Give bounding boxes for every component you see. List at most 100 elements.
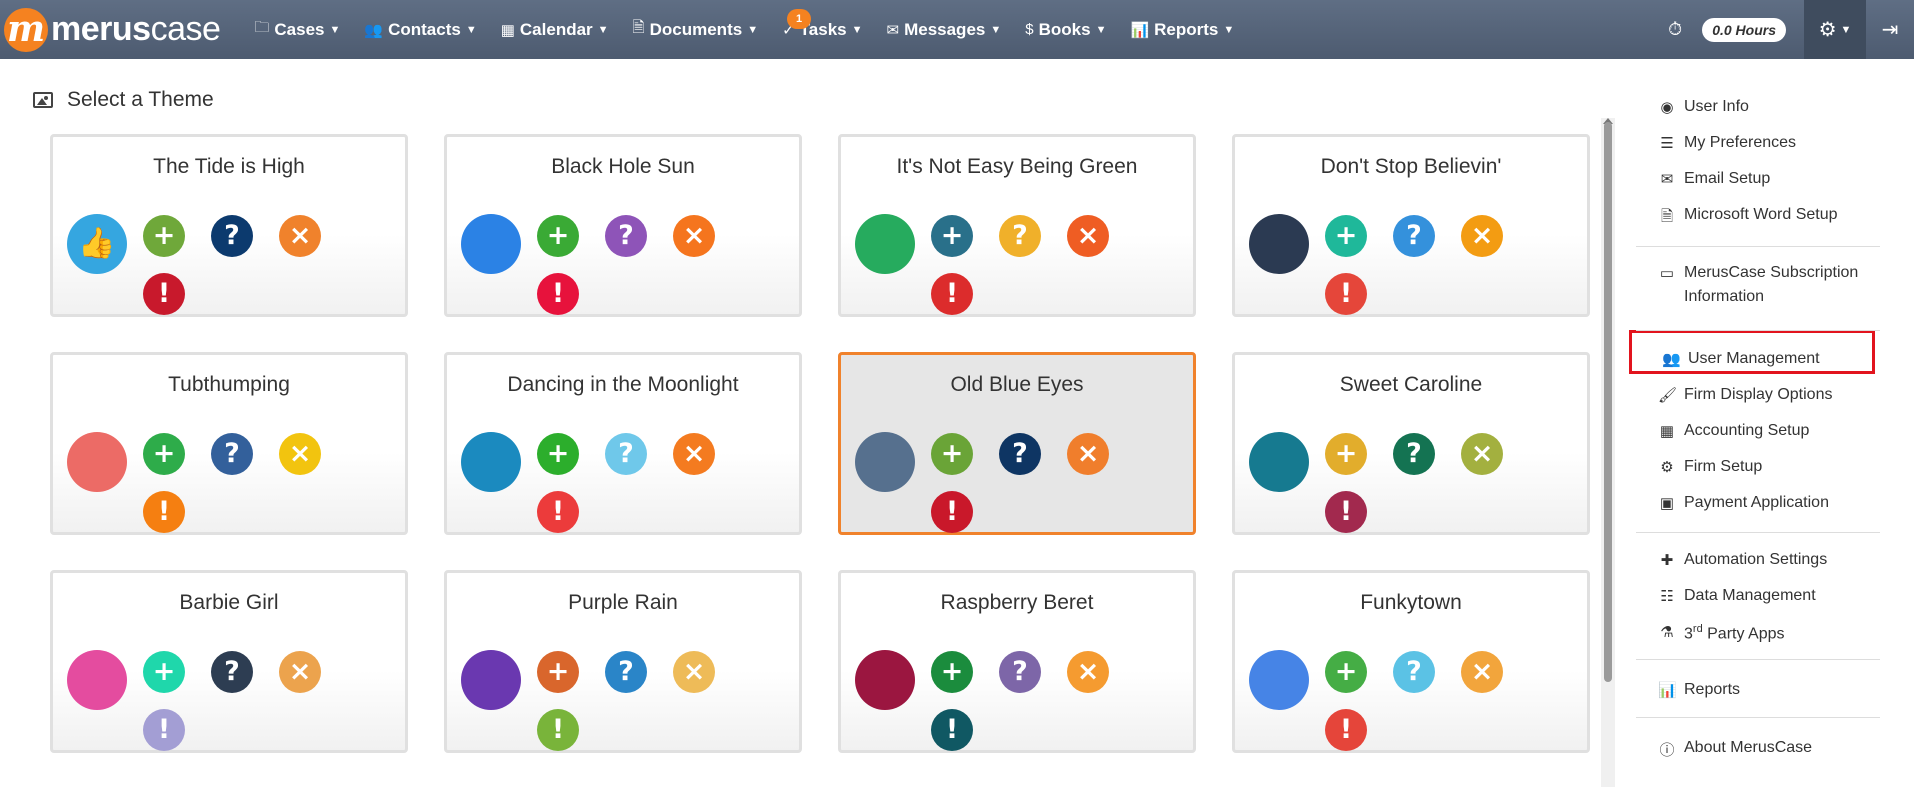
logo-text-merus: merus — [51, 10, 151, 48]
sidebar-item-firm-setup[interactable]: ⚙ Firm Setup — [1658, 458, 1762, 476]
theme-card[interactable]: Tubthumping +? ×! — [50, 352, 408, 535]
question-icon: ? — [211, 433, 253, 475]
chevron-down-icon: ▼ — [990, 23, 1002, 36]
question-icon: ? — [605, 651, 647, 693]
question-icon: ? — [999, 433, 1041, 475]
theme-card[interactable]: The Tide is High 👍 +? ×! — [50, 134, 408, 317]
plus-icon: + — [143, 215, 185, 257]
theme-card[interactable]: It's Not Easy Being Green +? ×! — [838, 134, 1196, 317]
nav-label: Calendar — [519, 19, 593, 39]
cogs-icon: ⚙ — [1660, 459, 1674, 476]
sidebar-item-microsoft-word-setup[interactable]: 🗎 Microsoft Word Setup — [1658, 206, 1838, 231]
database-icon: ☷ — [1660, 588, 1674, 605]
sidebar-item-payment-application[interactable]: ▣ Payment Application — [1658, 494, 1829, 512]
theme-card[interactable]: Purple Rain +? ×! — [444, 570, 802, 753]
top-navbar: m meruscase 🗀 Cases ▼ 👥 Contacts ▼ ▦ Calendar ▼ 🗎… — [0, 0, 1914, 59]
user-circle-icon: ◉ — [1660, 99, 1674, 116]
nav-contacts[interactable]: 👥 Contacts ▼ — [352, 0, 488, 59]
theme-main-color-swatch — [461, 650, 521, 710]
sidebar-item-about-meruscase[interactable]: ⓘ About MerusCase — [1658, 739, 1812, 760]
page-header: Select a Theme — [33, 88, 214, 112]
logo-mark: m — [4, 7, 48, 52]
chevron-down-icon: ▼ — [329, 23, 341, 36]
theme-main-color-swatch — [1249, 214, 1309, 274]
theme-main-color-swatch — [1249, 650, 1309, 710]
nav-messages[interactable]: ✉ Messages ▼ — [875, 0, 1014, 59]
sidebar-item-label-suffix: rd — [1692, 623, 1703, 635]
question-icon: ? — [211, 215, 253, 257]
nav-tasks[interactable]: ✓ Tasks ▼ 1 — [770, 0, 874, 59]
sidebar-item-label: Accounting Setup — [1684, 422, 1810, 439]
theme-card[interactable]: Dancing in the Moonlight +? ×! — [444, 352, 802, 535]
exclamation-icon: ! — [931, 273, 973, 315]
main-nav: 🗀 Cases ▼ 👥 Contacts ▼ ▦ Calendar ▼ 🗎 Documents ▼ ✓ T… — [242, 0, 1246, 59]
theme-card[interactable]: Funkytown +? ×! — [1232, 570, 1590, 753]
theme-card[interactable]: Old Blue Eyes +? ×! — [838, 352, 1196, 535]
plus-icon: + — [1325, 651, 1367, 693]
theme-main-color-swatch — [1249, 432, 1309, 492]
sidebar-item-accounting-setup[interactable]: ▦ Accounting Setup — [1658, 422, 1810, 440]
nav-cases[interactable]: 🗀 Cases ▼ — [242, 0, 352, 59]
plus-icon: + — [931, 433, 973, 475]
nav-calendar[interactable]: ▦ Calendar ▼ — [489, 0, 621, 59]
plus-icon: + — [537, 651, 579, 693]
theme-card[interactable]: Black Hole Sun +? ×! — [444, 134, 802, 317]
hours-badge[interactable]: 0.0 Hours — [1702, 17, 1786, 42]
sidebar-divider — [1636, 659, 1880, 660]
sidebar-item-label: About MerusCase — [1684, 739, 1813, 756]
theme-name: Funkytown — [1360, 591, 1462, 614]
sidebar-item-firm-display-options[interactable]: 🖌 Firm Display Options — [1658, 386, 1832, 404]
plus-icon: + — [143, 433, 185, 475]
sidebar-item-email-setup[interactable]: ✉ Email Setup — [1658, 170, 1771, 188]
sidebar-item-reports[interactable]: 📊 Reports — [1658, 681, 1740, 699]
document-icon: 🗎 — [632, 19, 645, 36]
word-file-icon: 🗎 — [1660, 208, 1674, 225]
nav-label: Reports — [1154, 19, 1219, 39]
money-icon: ▣ — [1659, 495, 1675, 512]
sidebar-item-meruscase-subscription-information[interactable]: ▭ MerusCase Subscription Information — [1658, 264, 1874, 309]
close-icon: × — [1067, 215, 1109, 257]
theme-card[interactable]: Don't Stop Believin' +? ×! — [1232, 134, 1590, 317]
nav-reports[interactable]: 📊 Reports ▼ — [1118, 0, 1246, 59]
theme-card[interactable]: Sweet Caroline +? ×! — [1232, 352, 1590, 535]
scrollbar-thumb[interactable] — [1604, 122, 1612, 682]
close-icon: × — [1461, 433, 1503, 475]
nav-label: Messages — [904, 19, 986, 39]
theme-main-color-swatch — [855, 650, 915, 710]
sidebar-item-label: Microsoft Word Setup — [1684, 206, 1838, 223]
nav-documents[interactable]: 🗎 Documents ▼ — [621, 0, 771, 59]
sidebar-item-automation-settings[interactable]: ✚ Automation Settings — [1658, 551, 1828, 569]
theme-name: Old Blue Eyes — [950, 373, 1084, 396]
sidebar-item-label: MerusCase Subscription Information — [1684, 264, 1859, 305]
theme-name: Tubthumping — [168, 373, 290, 396]
theme-main-color-swatch — [461, 214, 521, 274]
plus-icon: + — [1325, 215, 1367, 257]
settings-menu-button[interactable]: ⚙ ▼ — [1804, 0, 1866, 59]
bar-chart-icon: 📊 — [1130, 21, 1150, 39]
sidebar-item-label-text: Party Apps — [1702, 625, 1785, 643]
close-icon: × — [1067, 433, 1109, 475]
stopwatch-icon[interactable]: ⏱ — [1668, 19, 1682, 40]
chevron-down-icon: ▼ — [465, 23, 477, 36]
plus-icon: + — [931, 651, 973, 693]
settings-sidebar: ◉ User Info ☰ My Preferences ✉ Email Setup 🗎 Mi… — [1620, 59, 1914, 787]
sidebar-item-my-preferences[interactable]: ☰ My Preferences — [1658, 134, 1796, 152]
calculator-icon: ▦ — [1659, 423, 1675, 440]
meruscase-logo[interactable]: m meruscase — [4, 0, 221, 59]
folder-icon: 🗀 — [254, 19, 270, 36]
sidebar-item-user-management[interactable]: 👥 User Management — [1662, 350, 1820, 368]
sliders-icon: ☰ — [1660, 135, 1674, 152]
sidebar-divider — [1636, 246, 1880, 247]
paint-brush-icon: 🖌 — [1658, 387, 1678, 404]
chevron-down-icon: ▼ — [1223, 23, 1235, 36]
theme-card[interactable]: Raspberry Beret +? ×! — [838, 570, 1196, 753]
sidebar-item-party-apps[interactable]: ⚗ 3rd Party Apps — [1658, 623, 1785, 643]
nav-books[interactable]: $ Books ▼ — [1013, 0, 1118, 59]
theme-name: The Tide is High — [153, 155, 305, 178]
sidebar-item-data-management[interactable]: ☷ Data Management — [1658, 587, 1815, 605]
theme-card[interactable]: Barbie Girl +? ×! — [50, 570, 408, 753]
exclamation-icon: ! — [931, 709, 973, 751]
puzzle-icon: ✚ — [1660, 552, 1674, 569]
sidebar-item-user-info[interactable]: ◉ User Info — [1658, 98, 1748, 116]
sign-out-icon[interactable]: ⇥ — [1866, 17, 1914, 42]
